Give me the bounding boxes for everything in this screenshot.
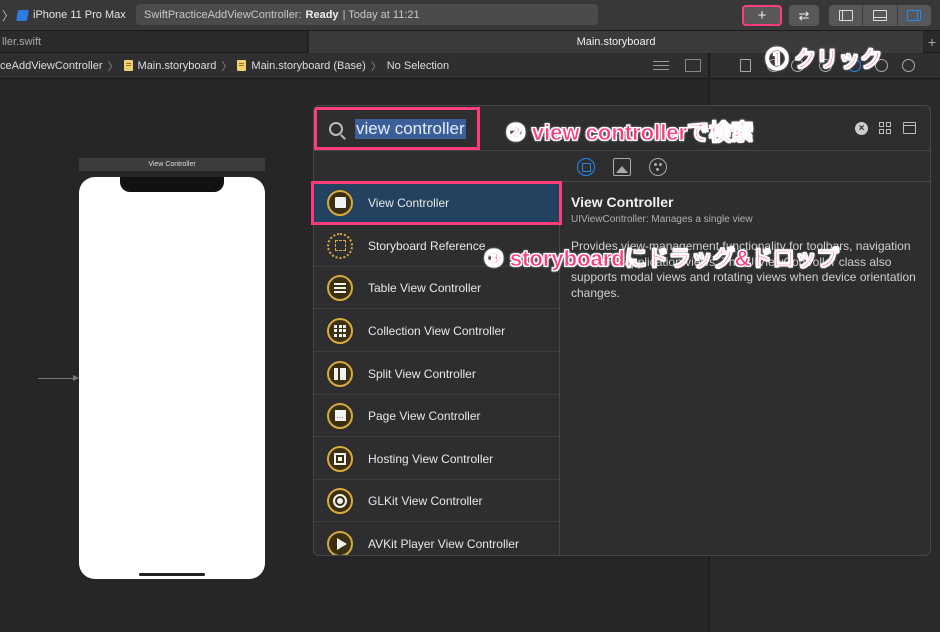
breadcrumb-label: Main.storyboard (Base)	[251, 59, 366, 72]
breadcrumb-item[interactable]: ceAddViewController 〉	[0, 58, 124, 74]
add-tab-button[interactable]: +	[924, 31, 940, 53]
chevron-right-icon: 〉	[221, 60, 233, 73]
library-button[interactable]: +	[742, 5, 782, 26]
palette-category-icon[interactable]	[649, 158, 667, 176]
list-item[interactable]: Hosting View Controller	[314, 438, 559, 480]
list-item-label: Page View Controller	[368, 408, 481, 423]
hosting-view-icon	[327, 445, 353, 472]
left-panel-icon	[838, 10, 853, 21]
detail-title: View Controller	[571, 194, 674, 210]
breadcrumb: ceAddViewController 〉 Main.storyboard 〉 Ma…	[0, 53, 708, 79]
list-item-label: Table View Controller	[368, 280, 482, 295]
glkit-view-icon	[327, 487, 353, 514]
scheme-selector[interactable]: 〉 iPhone 11 Pro Max	[0, 4, 126, 26]
play-icon	[327, 530, 353, 555]
scene-title-bar[interactable]: View Controller	[79, 158, 265, 171]
media-category-icon[interactable]	[613, 158, 631, 176]
objects-category-icon[interactable]	[577, 158, 595, 176]
annotation-step-1: ① クリック	[766, 47, 883, 73]
page-view-icon: …	[327, 402, 353, 429]
connections-inspector-icon[interactable]	[902, 59, 915, 72]
library-detail-pane: View Controller UIViewController: Manage…	[561, 182, 930, 555]
list-item[interactable]: Table View Controller	[314, 267, 559, 309]
activity-status: SwiftPracticeAddViewController: Ready | …	[136, 4, 598, 25]
detail-subtitle: UIViewController: Manages a single view	[571, 214, 753, 225]
list-item[interactable]: Collection View Controller	[314, 310, 559, 352]
breadcrumb-item[interactable]: Main.storyboard 〉	[123, 58, 238, 74]
annotation-step-3: ③ storyboardにドラッグ&ドロップ	[484, 246, 839, 272]
clear-search-icon[interactable]: ×	[855, 122, 868, 135]
right-panel-icon	[907, 10, 922, 21]
device-label: iPhone 11 Pro Max	[33, 9, 126, 21]
device-notch	[120, 177, 224, 192]
object-library-popover: view controller × View Controller Storyb…	[313, 105, 931, 556]
code-review-button[interactable]: ⇄	[789, 5, 819, 26]
breadcrumb-label: Main.storyboard	[137, 59, 217, 72]
search-icon	[329, 121, 343, 136]
storyboard-reference-icon	[327, 232, 353, 259]
list-item-label: Collection View Controller	[368, 323, 506, 338]
list-item-label: Split View Controller	[368, 366, 476, 381]
list-item-label: Storyboard Reference	[368, 238, 486, 253]
list-item-label: GLKit View Controller	[368, 493, 483, 508]
library-category-bar	[314, 151, 930, 182]
list-item[interactable]: … Page View Controller	[314, 395, 559, 437]
window-toolbar: 〉 iPhone 11 Pro Max SwiftPracticeAddView…	[0, 0, 940, 31]
inspector-toggle-button[interactable]	[896, 5, 931, 26]
breadcrumb-item[interactable]: No Selection	[387, 60, 449, 72]
list-item-label: Hosting View Controller	[368, 451, 494, 466]
annotation-step-2: ② view controllerで検索	[506, 120, 754, 146]
swap-arrows-icon: ⇄	[798, 7, 810, 23]
collection-view-icon	[327, 317, 353, 344]
list-item-label: AVKit Player View Controller	[368, 536, 519, 551]
detail-view-icon[interactable]	[903, 122, 916, 134]
status-state: Ready	[305, 8, 339, 21]
chevron-right-icon: 〉	[2, 8, 15, 23]
entry-point-arrow[interactable]	[38, 375, 79, 381]
breadcrumb-item[interactable]: Main.storyboard (Base) 〉	[237, 58, 386, 74]
grid-view-icon[interactable]	[879, 122, 891, 134]
status-project: SwiftPracticeAddViewController:	[144, 8, 302, 21]
list-item[interactable]: Split View Controller	[314, 353, 559, 395]
library-item-list: View Controller Storyboard Reference Tab…	[314, 182, 560, 555]
chevron-right-icon: 〉	[370, 60, 382, 73]
app-icon	[16, 9, 29, 21]
view-controller-scene[interactable]	[79, 177, 265, 579]
plus-icon: +	[757, 7, 767, 24]
breadcrumb-label: No Selection	[386, 59, 450, 72]
list-item[interactable]: GLKit View Controller	[314, 480, 559, 522]
add-editor-icon[interactable]	[685, 59, 701, 72]
breadcrumb-label: ceAddViewController	[0, 59, 103, 72]
status-time: | Today at 11:21	[342, 8, 420, 21]
table-view-icon	[327, 274, 353, 301]
navigator-toggle-button[interactable]	[829, 5, 862, 26]
debug-area-toggle-button[interactable]	[862, 5, 896, 26]
tab-swift-file[interactable]: ller.swift	[0, 31, 308, 53]
search-field[interactable]: view controller	[314, 107, 480, 150]
chevron-right-icon: 〉	[107, 60, 119, 73]
storyboard-file-icon	[123, 60, 133, 71]
home-indicator	[139, 573, 205, 576]
minimap-lines-icon[interactable]	[653, 59, 669, 72]
selection-highlight	[311, 181, 562, 225]
panel-toggle-group	[829, 5, 931, 26]
list-item[interactable]: AVKit Player View Controller	[314, 523, 559, 555]
storyboard-file-icon	[237, 60, 247, 71]
split-view-icon	[327, 360, 353, 387]
file-inspector-icon[interactable]	[740, 59, 751, 72]
bottom-panel-icon	[872, 10, 887, 21]
search-input[interactable]: view controller	[355, 118, 466, 139]
